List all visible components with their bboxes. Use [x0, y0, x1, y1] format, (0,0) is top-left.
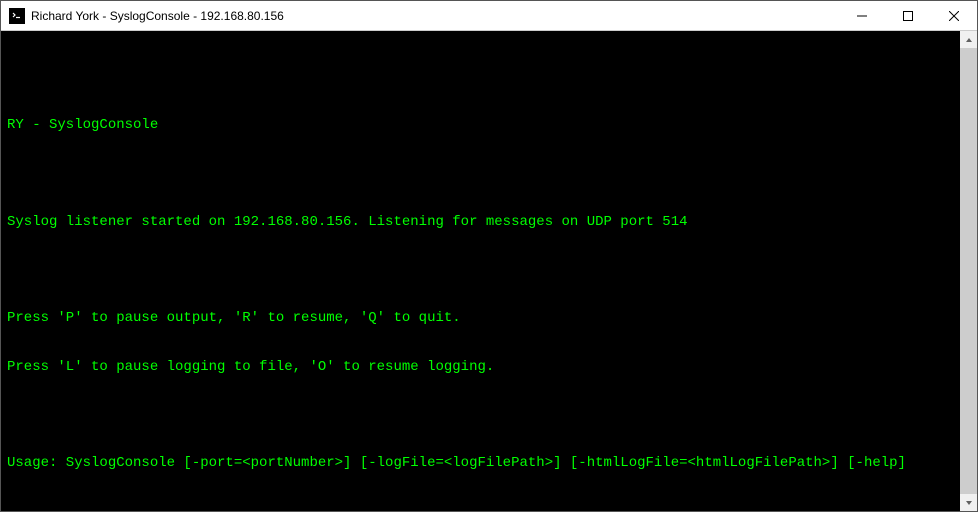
maximize-button[interactable]: [885, 1, 931, 31]
console-line: [7, 503, 952, 511]
console-line: [7, 69, 952, 85]
app-icon: [9, 8, 25, 24]
console-line: RY - SyslogConsole: [7, 117, 952, 133]
minimize-button[interactable]: [839, 1, 885, 31]
close-button[interactable]: [931, 1, 977, 31]
vertical-scrollbar[interactable]: [960, 31, 977, 511]
scroll-up-arrow-icon[interactable]: [960, 31, 977, 48]
window-titlebar: Richard York - SyslogConsole - 192.168.8…: [1, 1, 977, 31]
console-line: Usage: SyslogConsole [-port=<portNumber>…: [7, 455, 952, 471]
console-line: Press 'P' to pause output, 'R' to resume…: [7, 310, 952, 326]
window-body: RY - SyslogConsole Syslog listener start…: [1, 31, 977, 511]
window-controls: [839, 1, 977, 30]
window-title: Richard York - SyslogConsole - 192.168.8…: [31, 9, 284, 23]
scroll-down-arrow-icon[interactable]: [960, 494, 977, 511]
scrollbar-track[interactable]: [960, 48, 977, 494]
console-line: Syslog listener started on 192.168.80.15…: [7, 214, 952, 230]
console-line: [7, 166, 952, 182]
console-output[interactable]: RY - SyslogConsole Syslog listener start…: [1, 31, 960, 511]
console-line: [7, 407, 952, 423]
scrollbar-thumb[interactable]: [960, 48, 977, 494]
console-line: [7, 262, 952, 278]
console-line: Press 'L' to pause logging to file, 'O' …: [7, 359, 952, 375]
